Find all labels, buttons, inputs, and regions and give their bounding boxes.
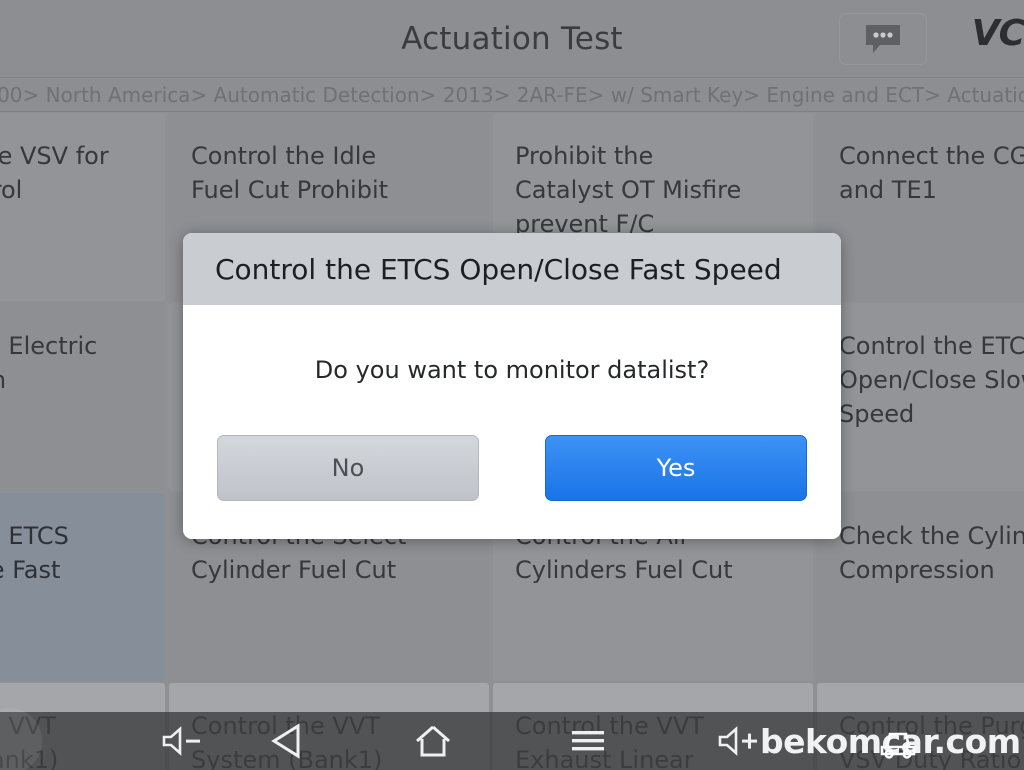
yes-button[interactable]: Yes — [545, 435, 807, 501]
monitor-datalist-dialog: Control the ETCS Open/Close Fast Speed D… — [183, 233, 841, 539]
actuation-test-screen: Actuation Test VC 5.00> North America> A… — [0, 0, 1024, 770]
dialog-message: Do you want to monitor datalist? — [314, 356, 710, 384]
dialog-title: Control the ETCS Open/Close Fast Speed — [183, 233, 841, 305]
dialog-actions: No Yes — [183, 435, 841, 539]
no-button[interactable]: No — [217, 435, 479, 501]
